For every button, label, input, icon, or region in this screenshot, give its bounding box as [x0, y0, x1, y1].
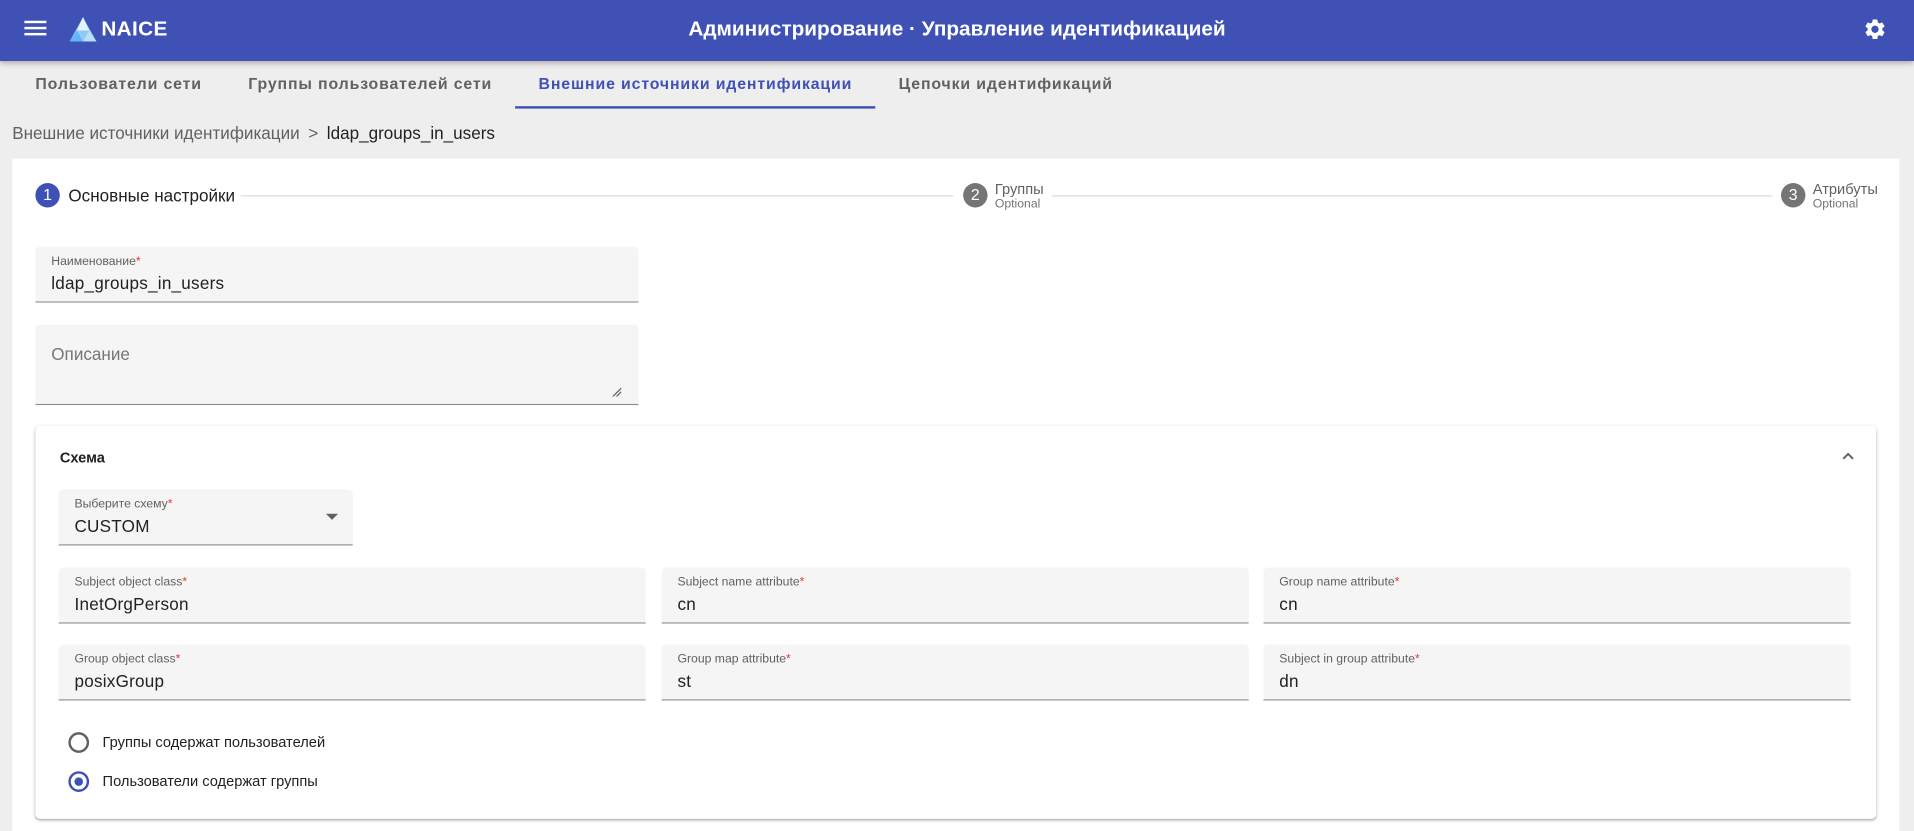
stepper: 1 Основные настройки 2 Группы Optional 3…	[35, 181, 1878, 212]
step-3-label[interactable]: Атрибуты	[1813, 181, 1878, 198]
schema-select-value[interactable]: CUSTOM	[74, 516, 149, 536]
radio-label[interactable]: Группы содержат пользователей	[103, 733, 326, 750]
group-map-attribute-field[interactable]: Group map attribute* st	[661, 644, 1249, 701]
group-name-attribute-label: Group name attribute*	[1279, 575, 1400, 590]
step-1-number[interactable]: 1	[35, 183, 60, 208]
name-field-label: Наименование*	[51, 255, 141, 269]
radio-button-checked[interactable]	[68, 771, 90, 792]
subject-name-attribute-value[interactable]: cn	[677, 594, 696, 614]
gear-icon[interactable]	[1863, 17, 1887, 41]
description-placeholder: Описание	[51, 344, 130, 364]
schema-panel-title[interactable]: Схема	[60, 449, 105, 466]
step-3-number[interactable]: 3	[1781, 183, 1806, 208]
breadcrumb-current: ldap_groups_in_users	[326, 123, 495, 143]
tab-identity-chains[interactable]: Цепочки идентификаций	[875, 61, 1136, 109]
group-map-attribute-value[interactable]: st	[677, 671, 691, 691]
group-object-class-value[interactable]: posixGroup	[74, 671, 164, 691]
radio-label[interactable]: Пользователи содержат группы	[103, 772, 318, 789]
step-connector	[1052, 195, 1773, 197]
subject-name-attribute-label: Subject name attribute*	[677, 575, 805, 590]
chevron-up-icon[interactable]	[1840, 448, 1857, 465]
breadcrumb-separator: >	[308, 123, 319, 143]
tab-network-user-groups[interactable]: Группы пользователей сети	[225, 61, 515, 109]
step-1-label[interactable]: Основные настройки	[68, 185, 235, 205]
top-app-bar: NAICE Администрирование · Управление иде…	[0, 0, 1914, 62]
breadcrumb: Внешние источники идентификации > ldap_gro…	[12, 123, 495, 143]
step-2-number[interactable]: 2	[963, 183, 988, 208]
subject-object-class-value[interactable]: InetOrgPerson	[74, 594, 188, 614]
schema-panel: Схема Выберите схему* CUSTOM Subject obj…	[35, 425, 1877, 819]
name-field-value[interactable]: ldap_groups_in_users	[51, 273, 224, 293]
group-name-attribute-field[interactable]: Group name attribute* cn	[1263, 567, 1851, 624]
step-connector	[240, 195, 954, 197]
group-name-attribute-value[interactable]: cn	[1279, 594, 1298, 614]
step-3-optional: Optional	[1812, 197, 1859, 212]
resize-grip-icon[interactable]	[612, 387, 622, 397]
step-2-optional: Optional	[994, 197, 1041, 212]
page-title: Администрирование · Управление идентифик…	[688, 17, 1226, 41]
name-field[interactable]: Наименование* ldap_groups_in_users	[35, 246, 639, 303]
description-textarea[interactable]: Описание	[35, 324, 639, 406]
tab-external-identity-sources[interactable]: Внешние источники идентификации	[515, 61, 876, 109]
tab-bar: Пользователи сети Группы пользователей с…	[12, 61, 1136, 110]
tab-network-users[interactable]: Пользователи сети	[12, 61, 225, 109]
dropdown-arrow-icon[interactable]	[325, 513, 339, 520]
subject-name-attribute-field[interactable]: Subject name attribute* cn	[661, 567, 1249, 624]
subject-in-group-attribute-field[interactable]: Subject in group attribute* dn	[1263, 644, 1851, 701]
schema-select[interactable]: Выберите схему* CUSTOM	[58, 489, 353, 546]
group-object-class-label: Group object class*	[74, 652, 181, 667]
breadcrumb-parent-link[interactable]: Внешние источники идентификации	[12, 123, 299, 143]
group-object-class-field[interactable]: Group object class* posixGroup	[58, 644, 646, 701]
schema-select-label: Выберите схему*	[74, 497, 173, 512]
subject-in-group-attribute-label: Subject in group attribute*	[1279, 652, 1420, 667]
subject-in-group-attribute-value[interactable]: dn	[1279, 671, 1299, 691]
step-2-label[interactable]: Группы	[995, 181, 1044, 198]
subject-object-class-label: Subject object class*	[74, 575, 188, 590]
subject-object-class-field[interactable]: Subject object class* InetOrgPerson	[58, 567, 646, 624]
group-map-attribute-label: Group map attribute*	[677, 652, 791, 667]
radio-button[interactable]	[68, 732, 90, 753]
main-card: 1 Основные настройки 2 Группы Optional 3…	[12, 158, 1900, 831]
